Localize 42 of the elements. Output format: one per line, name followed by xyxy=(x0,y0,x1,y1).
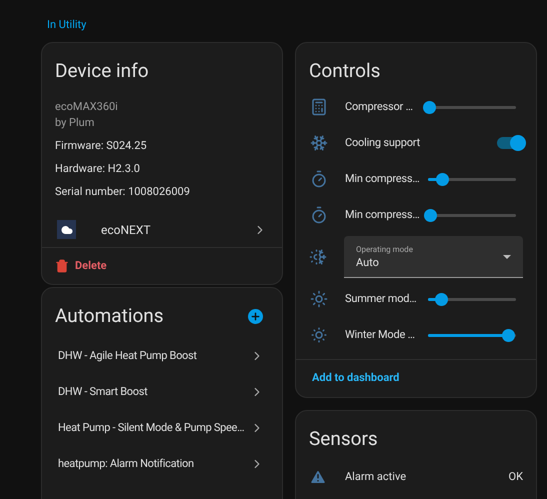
calculator-icon xyxy=(310,98,328,116)
delete-button[interactable]: Delete xyxy=(42,248,282,284)
control-label: Min compress… xyxy=(345,170,421,187)
integration-item[interactable]: ecoNEXT xyxy=(42,212,282,248)
control-label: Cooling support xyxy=(345,134,421,151)
timer-icon xyxy=(310,170,328,188)
add-button[interactable] xyxy=(248,308,263,324)
control-label: Compressor … xyxy=(345,98,414,115)
breadcrumb-link[interactable]: In Utility xyxy=(47,18,86,31)
card-title: Automations xyxy=(55,304,164,328)
automation-item[interactable]: heatpump: Alarm Notification xyxy=(42,446,282,482)
control-label: Min compress… xyxy=(345,206,421,223)
device-detail: Firmware: S024.25 xyxy=(55,138,148,154)
sensor-value: OK xyxy=(508,468,523,485)
toggle-switch[interactable] xyxy=(497,137,523,149)
sun-icon xyxy=(310,290,328,308)
warning-icon xyxy=(309,468,327,486)
card-title: Device info xyxy=(54,58,150,83)
dropdown-caret-icon xyxy=(503,254,511,258)
sun-snowflake-icon xyxy=(309,248,327,266)
add-to-dashboard-link[interactable]: Add to dashboard xyxy=(312,370,400,387)
sensor-label: Alarm active xyxy=(345,468,408,485)
snowflake-icon xyxy=(310,134,328,152)
card-title: Sensors xyxy=(308,426,379,451)
device-detail: Hardware: H2.3.0 xyxy=(55,161,141,177)
device-manufacturer: by Plum xyxy=(55,115,96,131)
device-detail: Serial number: 1008026009 xyxy=(55,184,191,200)
control-label: Winter Mode … xyxy=(345,326,416,343)
sun-icon xyxy=(310,326,328,344)
device-model: ecoMAX360i xyxy=(55,99,119,115)
trash-icon xyxy=(55,259,69,273)
field-value: Auto xyxy=(356,254,380,270)
field-label: Operating mode xyxy=(356,244,414,254)
control-label: Summer mod… xyxy=(345,290,418,307)
plus-icon xyxy=(250,310,261,322)
cloud-logo-icon xyxy=(57,220,76,239)
card-title: Controls xyxy=(308,58,382,84)
timer-icon xyxy=(310,206,328,224)
automation-item[interactable]: Heat Pump - Silent Mode & Pump Spee… xyxy=(42,410,282,446)
select-field[interactable]: Operating mode Auto xyxy=(344,236,523,278)
automation-item[interactable]: DHW - Smart Boost xyxy=(42,374,282,410)
automation-item[interactable]: DHW - Agile Heat Pump Boost xyxy=(42,338,282,374)
